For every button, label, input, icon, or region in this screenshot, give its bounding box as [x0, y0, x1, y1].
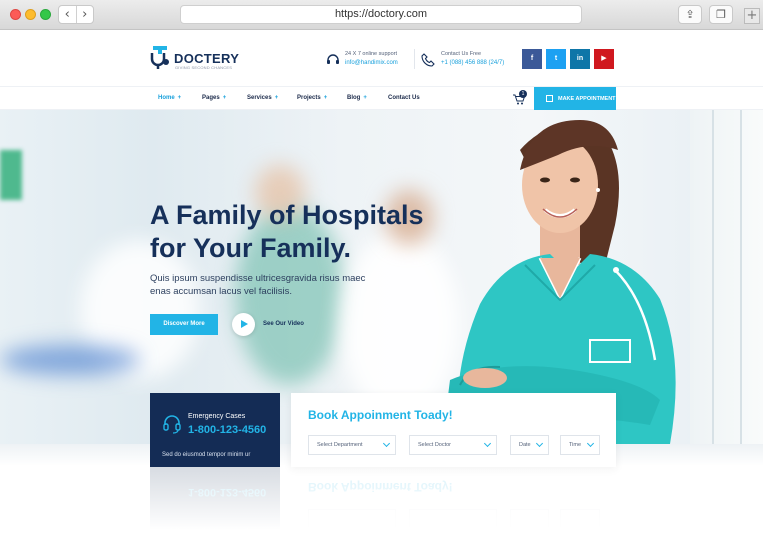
headset-icon	[163, 415, 181, 434]
window-frame	[712, 110, 714, 444]
chevron-right-icon[interactable]: ›	[77, 6, 94, 23]
chevron-down-icon	[535, 439, 544, 448]
hero-title: A Family of Hospitals for Your Family.	[150, 200, 424, 263]
support-label: 24 X 7 online support	[345, 51, 397, 57]
cart-count-badge: 1	[519, 90, 527, 98]
twitter-icon[interactable]: t	[546, 49, 566, 69]
chevron-left-icon[interactable]: ‹	[59, 6, 77, 23]
headset-icon	[327, 54, 339, 64]
phone-icon	[421, 53, 435, 67]
department-select[interactable]: Select Department	[308, 435, 396, 455]
chevron-down-icon	[483, 439, 492, 448]
nav-item-blog[interactable]: Blog +	[347, 95, 367, 101]
address-bar[interactable]: https://doctory.com	[180, 5, 582, 24]
history-buttons: ‹ ›	[58, 5, 94, 24]
linkedin-icon[interactable]: in	[570, 49, 590, 69]
play-icon[interactable]	[232, 313, 255, 336]
doctor-select[interactable]: Select Doctor	[409, 435, 497, 455]
contact-phone[interactable]: +1 (088) 456 888 (24/7)	[441, 60, 504, 66]
make-appointment-button[interactable]: MAKE APPOINTMENT	[534, 87, 616, 111]
youtube-icon[interactable]: ▶	[594, 49, 614, 69]
blurred-bench	[0, 345, 140, 375]
emergency-phone[interactable]: 1-800-123-4560	[188, 424, 266, 436]
calendar-icon	[546, 95, 553, 102]
main-nav: Home + Pages + Services + Projects + Blog + C…	[0, 86, 763, 111]
minimize-window-button[interactable]	[25, 9, 36, 20]
chevron-down-icon	[382, 439, 391, 448]
new-tab-button[interactable]: +	[744, 8, 760, 24]
maximize-window-button[interactable]	[40, 9, 51, 20]
contact-label: Contact Us Free	[441, 51, 482, 57]
browser-toolbar: ‹ › https://doctory.com ⇪ ❐ +	[0, 0, 763, 30]
tabs-icon[interactable]: ❐	[709, 5, 733, 24]
see-video-link[interactable]: See Our Video	[263, 321, 304, 327]
logo-tagline: GIVING SECOND CHANCES	[175, 65, 233, 70]
time-select[interactable]: Time	[560, 435, 600, 455]
booking-title: Book Appoinment Toady!	[308, 408, 453, 422]
emergency-text: Sed do eiusmod tempor minim ur	[162, 452, 251, 458]
logo-name[interactable]: DOCTERY	[174, 51, 239, 66]
nav-item-home[interactable]: Home +	[158, 95, 181, 101]
window-frame	[740, 110, 742, 444]
nav-item-contact[interactable]: Contact Us	[388, 95, 420, 101]
header-divider	[414, 49, 415, 69]
share-icon[interactable]: ⇪	[678, 5, 702, 24]
background-sign	[0, 150, 22, 200]
nav-item-pages[interactable]: Pages +	[202, 95, 226, 101]
discover-more-button[interactable]: Discover More	[150, 314, 218, 335]
close-window-button[interactable]	[10, 9, 21, 20]
booking-card: Book Appoinment Toady! Select Department…	[291, 393, 616, 467]
support-email[interactable]: info@handimix.com	[345, 60, 398, 66]
nav-item-projects[interactable]: Projects +	[297, 95, 327, 101]
background-window	[690, 110, 763, 444]
site-header: DOCTERY GIVING SECOND CHANCES 24 X 7 onl…	[0, 31, 763, 86]
chevron-down-icon	[586, 439, 595, 448]
stethoscope-logo-icon[interactable]	[149, 46, 171, 70]
emergency-label: Emergency Cases	[188, 413, 246, 420]
emergency-card: Emergency Cases 1-800-123-4560 Sed do ei…	[150, 393, 280, 467]
reflection-mask	[0, 467, 763, 541]
date-select[interactable]: Date	[510, 435, 549, 455]
nav-item-services[interactable]: Services +	[247, 95, 278, 101]
hero-subtitle: Quis ipsum suspendisse ultricesgravida r…	[150, 273, 366, 297]
facebook-icon[interactable]: f	[522, 49, 542, 69]
